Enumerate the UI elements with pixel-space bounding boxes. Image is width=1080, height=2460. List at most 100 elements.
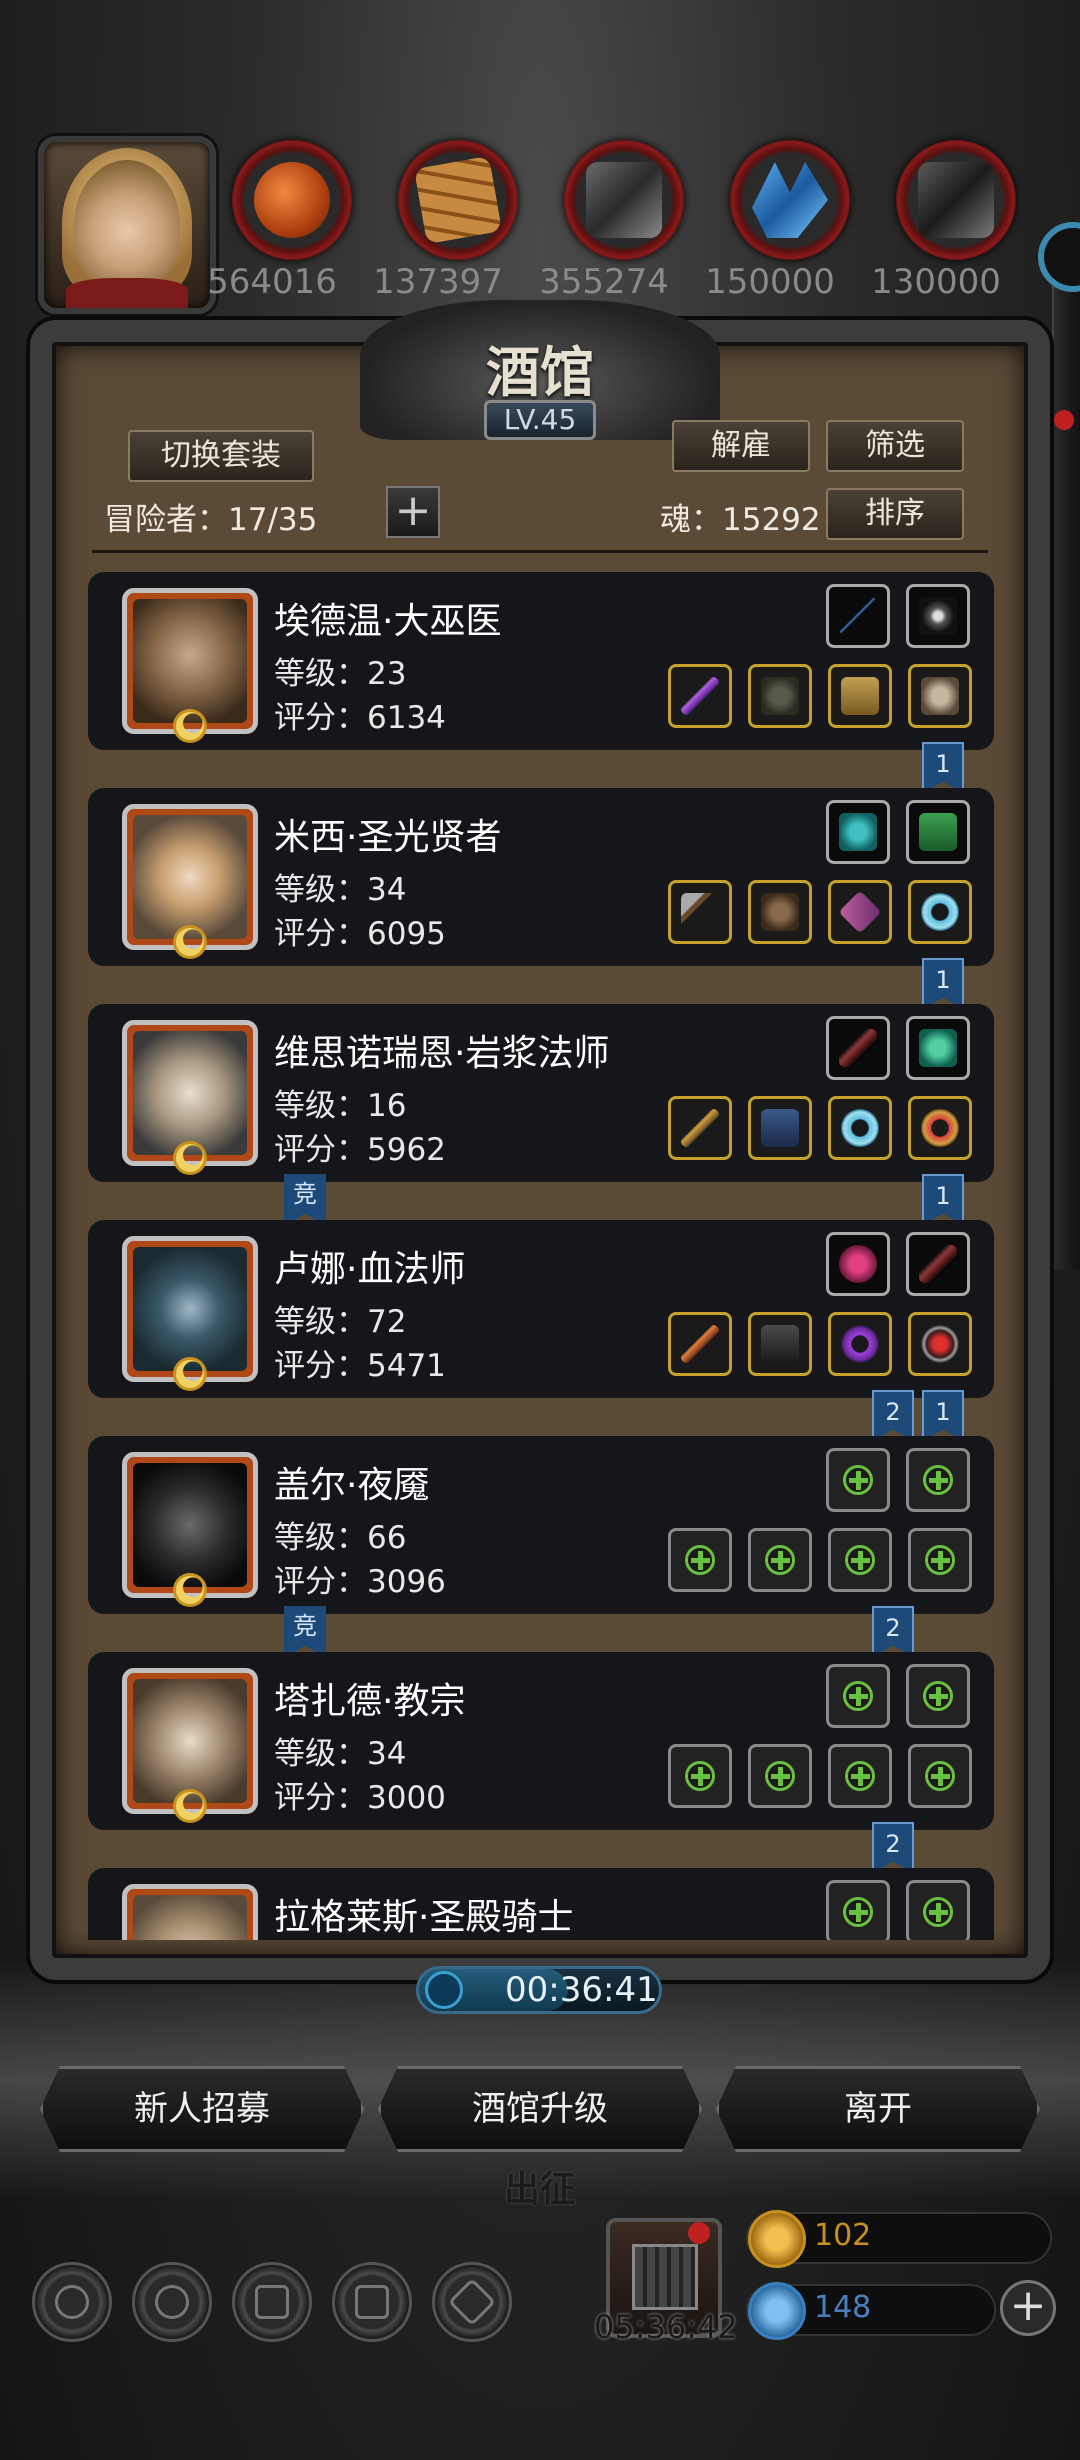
add-currency-button[interactable]: +	[1000, 2280, 1056, 2336]
hero-level: 等级：34	[274, 1736, 407, 1772]
armor-icon[interactable]	[748, 664, 812, 728]
stone-icon[interactable]	[896, 140, 1016, 260]
hero-avatar[interactable]	[122, 1020, 258, 1175]
ore-icon[interactable]	[232, 140, 352, 260]
hero-score: 评分：6134	[274, 700, 446, 736]
hero-card[interactable]: 拉格莱斯·圣殿骑士	[88, 1868, 994, 1940]
hero-avatar[interactable]	[122, 1452, 258, 1607]
hero-name: 拉格莱斯·圣殿骑士	[274, 1897, 574, 1938]
cube-icon[interactable]	[432, 2262, 512, 2342]
clock-icon	[425, 1971, 463, 2009]
arena-tag: 竞	[284, 1174, 326, 1226]
hero-score: 评分：6095	[274, 916, 446, 952]
gem-currency: 148	[746, 2282, 996, 2340]
gem-icon[interactable]	[826, 800, 890, 864]
hero-name: 埃德温·大巫医	[274, 601, 502, 642]
switch-outfit-button[interactable]: 切换套装	[128, 430, 314, 482]
empty-slot-plus-icon[interactable]	[668, 1744, 732, 1808]
empty-slot-plus-icon[interactable]	[828, 1744, 892, 1808]
ring-icon[interactable]	[908, 1096, 972, 1160]
hero-score: 评分：5962	[274, 1132, 446, 1168]
quest-icon[interactable]	[232, 2262, 312, 2342]
feather-icon[interactable]	[906, 1232, 970, 1296]
soul-count: 魂：15292	[660, 502, 821, 538]
mail-icon[interactable]	[332, 2262, 412, 2342]
settings-gear-icon[interactable]	[32, 2262, 112, 2342]
hero-avatar[interactable]	[122, 588, 258, 743]
empty-slot-plus-icon[interactable]	[908, 1744, 972, 1808]
wood-icon[interactable]	[398, 140, 518, 260]
upgrade-tavern-button[interactable]: 酒馆升级	[378, 2066, 702, 2152]
hero-list[interactable]: 埃德温·大巫医 等级：23 评分：6134 1 米西·圣光贤者 等级：34 评分…	[84, 560, 994, 1940]
empty-slot-plus-icon[interactable]	[906, 1664, 970, 1728]
add-capacity-button[interactable]: +	[386, 486, 440, 538]
hero-avatar[interactable]	[122, 804, 258, 959]
hero-score: 评分：5471	[274, 1348, 446, 1384]
filter-button[interactable]: 筛选	[826, 420, 964, 472]
hero-card[interactable]: 卢娜·血法师 等级：72 评分：5471	[88, 1220, 994, 1398]
feather-icon[interactable]	[826, 1016, 890, 1080]
staff-icon[interactable]	[668, 1312, 732, 1376]
staff-icon[interactable]	[668, 1096, 732, 1160]
hero-level: 等级：72	[274, 1304, 407, 1340]
hero-card[interactable]: 维思诺瑞恩·岩浆法师 等级：16 评分：5962	[88, 1004, 994, 1182]
gem-icon[interactable]	[906, 1016, 970, 1080]
amulet-icon[interactable]	[908, 1312, 972, 1376]
header-divider	[92, 550, 988, 553]
sort-button[interactable]: 排序	[826, 488, 964, 540]
empty-slot-plus-icon[interactable]	[828, 1528, 892, 1592]
whip-icon[interactable]	[826, 584, 890, 648]
avatar-face	[74, 160, 180, 290]
robe-icon[interactable]	[748, 1312, 812, 1376]
hero-card[interactable]: 米西·圣光贤者 等级：34 评分：6095	[88, 788, 994, 966]
hero-card[interactable]: 塔扎德·教宗 等级：34 评分：3000	[88, 1652, 994, 1830]
star-icon[interactable]	[132, 2262, 212, 2342]
empty-slot-plus-icon[interactable]	[908, 1528, 972, 1592]
hero-card[interactable]: 埃德温·大巫医 等级：23 评分：6134	[88, 572, 994, 750]
resource-ore-value: 564016	[207, 262, 337, 302]
hero-level: 等级：34	[274, 872, 407, 908]
resource-crystal-value: 150000	[705, 262, 835, 302]
hero-name: 米西·圣光贤者	[274, 817, 502, 858]
avatar-collar	[66, 278, 188, 308]
hero-name: 塔扎德·教宗	[274, 1681, 466, 1722]
hero-avatar[interactable]	[122, 1884, 258, 1940]
ring-icon[interactable]	[828, 1096, 892, 1160]
gift-notification-dot	[688, 2222, 710, 2244]
empty-slot-plus-icon[interactable]	[668, 1528, 732, 1592]
empty-slot-plus-icon[interactable]	[748, 1528, 812, 1592]
empty-slot-plus-icon[interactable]	[906, 1880, 970, 1940]
gold-currency: 102	[746, 2210, 1052, 2268]
potion-icon[interactable]	[826, 1232, 890, 1296]
iron-icon[interactable]	[564, 140, 684, 260]
staff-icon[interactable]	[668, 664, 732, 728]
skull-mask-icon[interactable]	[908, 664, 972, 728]
moon-icon	[173, 1789, 207, 1823]
talisman-icon[interactable]	[828, 880, 892, 944]
hero-score: 评分：3096	[274, 1564, 446, 1600]
hammer-icon[interactable]	[668, 880, 732, 944]
hero-avatar[interactable]	[122, 1236, 258, 1391]
scroll-icon[interactable]	[828, 664, 892, 728]
ring-icon[interactable]	[908, 880, 972, 944]
player-avatar[interactable]	[38, 136, 216, 314]
crystal-icon[interactable]	[730, 140, 850, 260]
empty-slot-plus-icon[interactable]	[906, 1448, 970, 1512]
hero-avatar[interactable]	[122, 1668, 258, 1823]
armor-icon[interactable]	[748, 880, 812, 944]
recruit-button[interactable]: 新人招募	[40, 2066, 364, 2152]
blue-gem-icon	[748, 2282, 806, 2340]
tome-icon[interactable]	[906, 800, 970, 864]
dismiss-button[interactable]: 解雇	[672, 420, 810, 472]
hero-card[interactable]: 盖尔·夜魇 等级：66 评分：3096	[88, 1436, 994, 1614]
empty-slot-plus-icon[interactable]	[826, 1664, 890, 1728]
rune-icon[interactable]	[906, 584, 970, 648]
team-tag: 2	[872, 1606, 914, 1658]
expedition-label[interactable]: 出征	[0, 2160, 1080, 2212]
robe-icon[interactable]	[748, 1096, 812, 1160]
empty-slot-plus-icon[interactable]	[826, 1880, 890, 1940]
ring-icon[interactable]	[828, 1312, 892, 1376]
empty-slot-plus-icon[interactable]	[826, 1448, 890, 1512]
empty-slot-plus-icon[interactable]	[748, 1744, 812, 1808]
leave-button[interactable]: 离开	[716, 2066, 1040, 2152]
